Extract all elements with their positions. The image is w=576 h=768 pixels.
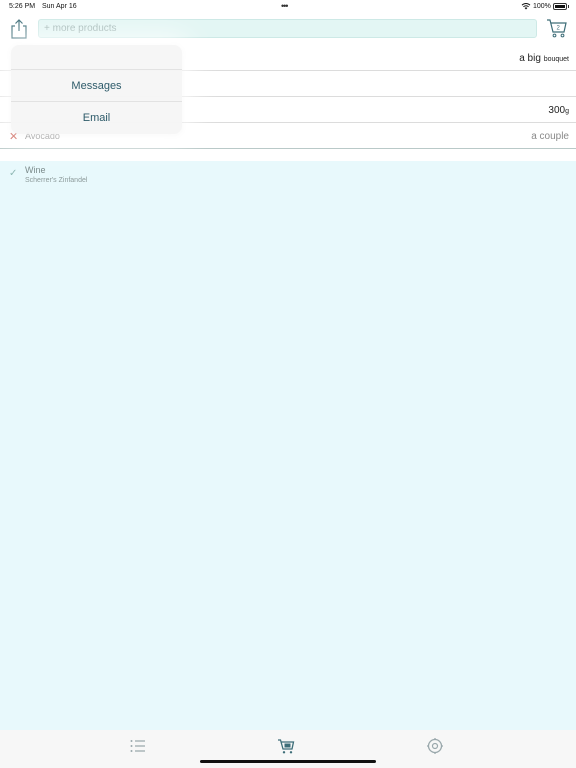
quantity-unit: g [565,108,569,115]
status-bar: 5:26 PM Sun Apr 16 ••• 100% [0,0,576,14]
multitasking-dots-icon[interactable]: ••• [281,1,289,11]
battery-percent: 100% [533,3,551,10]
cart-icon[interactable] [277,737,295,755]
quantity-unit: bouquet [543,56,569,63]
completed-items-area: ✓ Wine Scherrer's Zinfandel [0,161,576,730]
item-quantity: a couple [531,131,569,142]
share-via-email[interactable]: Email [11,102,182,134]
battery-icon [553,3,569,10]
share-icon[interactable] [9,18,29,40]
popover-header [11,45,182,70]
item-name: Wine [25,165,46,175]
top-toolbar: + more products 2 [0,14,576,44]
quantity-value: a big [519,53,541,64]
item-quantity: 300g [548,105,569,116]
item-quantity: a big bouquet [519,53,569,64]
add-product-input[interactable]: + more products [38,19,537,38]
item-subtitle: Scherrer's Zinfandel [25,177,88,184]
status-date: Sun Apr 16 [42,3,77,10]
cart-icon[interactable]: 2 [546,17,568,39]
wifi-icon [521,3,531,10]
checkmark-icon: ✓ [9,168,18,179]
gear-icon[interactable] [426,737,444,755]
svg-text:2: 2 [557,26,561,32]
home-indicator[interactable] [200,760,376,763]
completed-list-item[interactable]: ✓ Wine Scherrer's Zinfandel [0,161,576,191]
share-menu-popover: Messages Email [11,45,182,134]
quantity-value: 300 [548,105,566,116]
list-icon[interactable] [129,737,147,755]
share-via-messages[interactable]: Messages [11,70,182,102]
status-time: 5:26 PM [9,3,36,10]
